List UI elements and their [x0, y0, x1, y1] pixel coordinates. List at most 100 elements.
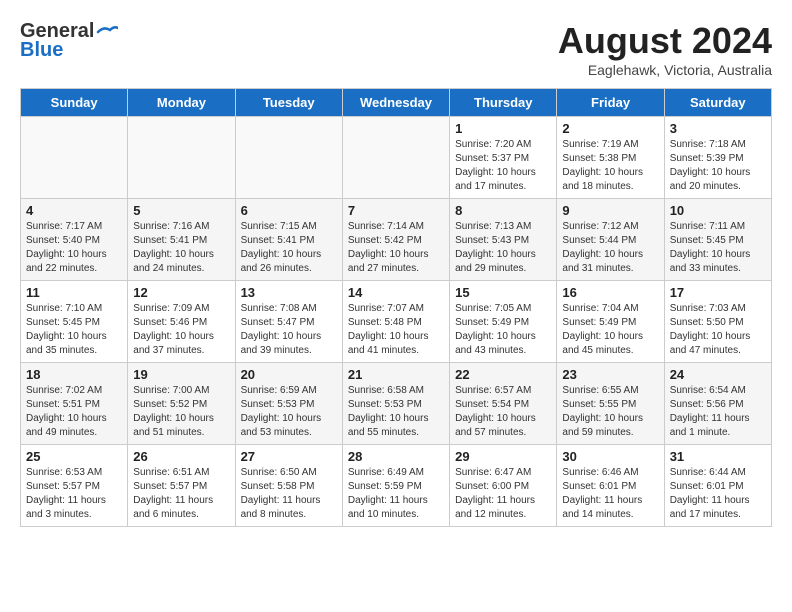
day-info: Sunrise: 7:09 AMSunset: 5:46 PMDaylight:… — [133, 302, 229, 358]
day-number: 31 — [670, 449, 766, 464]
day-cell: 8 Sunrise: 7:13 AMSunset: 5:43 PMDaylight… — [450, 199, 557, 281]
day-cell: 21 Sunrise: 6:58 AMSunset: 5:53 PMDayligh… — [342, 363, 449, 445]
logo-blue: Blue — [20, 39, 63, 62]
day-cell — [342, 117, 449, 199]
day-number: 18 — [26, 367, 122, 382]
day-info: Sunrise: 7:17 AMSunset: 5:40 PMDaylight:… — [26, 220, 122, 276]
day-cell: 22 Sunrise: 6:57 AMSunset: 5:54 PMDayligh… — [450, 363, 557, 445]
day-info: Sunrise: 6:50 AMSunset: 5:58 PMDaylight:… — [241, 466, 337, 522]
day-info: Sunrise: 7:19 AMSunset: 5:38 PMDaylight:… — [562, 138, 658, 194]
day-cell: 6 Sunrise: 7:15 AMSunset: 5:41 PMDaylight… — [235, 199, 342, 281]
day-info: Sunrise: 7:07 AMSunset: 5:48 PMDaylight:… — [348, 302, 444, 358]
day-number: 23 — [562, 367, 658, 382]
day-info: Sunrise: 7:05 AMSunset: 5:49 PMDaylight:… — [455, 302, 551, 358]
day-info: Sunrise: 7:13 AMSunset: 5:43 PMDaylight:… — [455, 220, 551, 276]
day-cell: 11 Sunrise: 7:10 AMSunset: 5:45 PMDayligh… — [21, 281, 128, 363]
day-number: 22 — [455, 367, 551, 382]
day-cell: 18Sunrise: 7:02 AMSunset: 5:51 PMDayligh… — [21, 363, 128, 445]
day-number: 11 — [26, 285, 122, 300]
day-info: Sunrise: 6:55 AMSunset: 5:55 PMDaylight:… — [562, 384, 658, 440]
week-row-3: 11 Sunrise: 7:10 AMSunset: 5:45 PMDayligh… — [21, 281, 772, 363]
day-cell — [128, 117, 235, 199]
day-number: 12 — [133, 285, 229, 300]
title-area: August 2024 Eaglehawk, Victoria, Austral… — [558, 20, 772, 78]
day-cell: 17 Sunrise: 7:03 AMSunset: 5:50 PMDayligh… — [664, 281, 771, 363]
day-number: 17 — [670, 285, 766, 300]
day-info: Sunrise: 7:04 AMSunset: 5:49 PMDaylight:… — [562, 302, 658, 358]
day-info: Sunrise: 7:08 AMSunset: 5:47 PMDaylight:… — [241, 302, 337, 358]
day-info: Sunrise: 7:10 AMSunset: 5:45 PMDaylight:… — [26, 302, 122, 358]
page-header: General Blue August 2024 Eaglehawk, Vict… — [20, 20, 772, 78]
day-cell: 30 Sunrise: 6:46 AMSunset: 6:01 PMDayligh… — [557, 445, 664, 527]
day-cell: 24 Sunrise: 6:54 AMSunset: 5:56 PMDayligh… — [664, 363, 771, 445]
day-cell: 26 Sunrise: 6:51 AMSunset: 5:57 PMDayligh… — [128, 445, 235, 527]
day-cell: 10Sunrise: 7:11 AMSunset: 5:45 PMDayligh… — [664, 199, 771, 281]
day-number: 16 — [562, 285, 658, 300]
day-number: 19 — [133, 367, 229, 382]
header-row: SundayMondayTuesdayWednesdayThursdayFrid… — [21, 89, 772, 117]
day-cell: 28 Sunrise: 6:49 AMSunset: 5:59 PMDayligh… — [342, 445, 449, 527]
day-number: 4 — [26, 203, 122, 218]
col-header-wednesday: Wednesday — [342, 89, 449, 117]
day-cell: 9Sunrise: 7:12 AMSunset: 5:44 PMDaylight… — [557, 199, 664, 281]
day-info: Sunrise: 7:15 AMSunset: 5:41 PMDaylight:… — [241, 220, 337, 276]
day-number: 2 — [562, 121, 658, 136]
week-row-5: 25 Sunrise: 6:53 AMSunset: 5:57 PMDayligh… — [21, 445, 772, 527]
day-info: Sunrise: 6:54 AMSunset: 5:56 PMDaylight:… — [670, 384, 766, 440]
day-cell: 5Sunrise: 7:16 AMSunset: 5:41 PMDaylight… — [128, 199, 235, 281]
day-number: 25 — [26, 449, 122, 464]
day-number: 27 — [241, 449, 337, 464]
day-cell: 19Sunrise: 7:00 AMSunset: 5:52 PMDayligh… — [128, 363, 235, 445]
calendar-table: SundayMondayTuesdayWednesdayThursdayFrid… — [20, 88, 772, 527]
day-info: Sunrise: 6:59 AMSunset: 5:53 PMDaylight:… — [241, 384, 337, 440]
col-header-sunday: Sunday — [21, 89, 128, 117]
day-info: Sunrise: 6:46 AMSunset: 6:01 PMDaylight:… — [562, 466, 658, 522]
day-info: Sunrise: 6:49 AMSunset: 5:59 PMDaylight:… — [348, 466, 444, 522]
day-number: 24 — [670, 367, 766, 382]
day-number: 6 — [241, 203, 337, 218]
day-info: Sunrise: 6:57 AMSunset: 5:54 PMDaylight:… — [455, 384, 551, 440]
day-cell: 27 Sunrise: 6:50 AMSunset: 5:58 PMDayligh… — [235, 445, 342, 527]
day-cell: 23 Sunrise: 6:55 AMSunset: 5:55 PMDayligh… — [557, 363, 664, 445]
day-cell: 13Sunrise: 7:08 AMSunset: 5:47 PMDayligh… — [235, 281, 342, 363]
day-number: 30 — [562, 449, 658, 464]
col-header-tuesday: Tuesday — [235, 89, 342, 117]
day-info: Sunrise: 7:03 AMSunset: 5:50 PMDaylight:… — [670, 302, 766, 358]
week-row-1: 1Sunrise: 7:20 AMSunset: 5:37 PMDaylight… — [21, 117, 772, 199]
day-info: Sunrise: 6:44 AMSunset: 6:01 PMDaylight:… — [670, 466, 766, 522]
day-number: 26 — [133, 449, 229, 464]
day-cell: 1Sunrise: 7:20 AMSunset: 5:37 PMDaylight… — [450, 117, 557, 199]
day-cell: 14 Sunrise: 7:07 AMSunset: 5:48 PMDayligh… — [342, 281, 449, 363]
logo-bird-icon — [96, 24, 118, 40]
day-cell: 25 Sunrise: 6:53 AMSunset: 5:57 PMDayligh… — [21, 445, 128, 527]
day-cell — [21, 117, 128, 199]
day-info: Sunrise: 6:47 AMSunset: 6:00 PMDaylight:… — [455, 466, 551, 522]
day-number: 5 — [133, 203, 229, 218]
col-header-friday: Friday — [557, 89, 664, 117]
day-info: Sunrise: 6:53 AMSunset: 5:57 PMDaylight:… — [26, 466, 122, 522]
day-number: 3 — [670, 121, 766, 136]
day-cell: 20Sunrise: 6:59 AMSunset: 5:53 PMDayligh… — [235, 363, 342, 445]
day-number: 15 — [455, 285, 551, 300]
day-number: 10 — [670, 203, 766, 218]
week-row-2: 4 Sunrise: 7:17 AMSunset: 5:40 PMDaylight… — [21, 199, 772, 281]
location: Eaglehawk, Victoria, Australia — [558, 62, 772, 78]
day-number: 29 — [455, 449, 551, 464]
day-number: 21 — [348, 367, 444, 382]
col-header-saturday: Saturday — [664, 89, 771, 117]
day-info: Sunrise: 6:51 AMSunset: 5:57 PMDaylight:… — [133, 466, 229, 522]
day-number: 8 — [455, 203, 551, 218]
logo: General Blue — [20, 20, 118, 62]
month-title: August 2024 — [558, 20, 772, 62]
day-number: 7 — [348, 203, 444, 218]
day-info: Sunrise: 7:18 AMSunset: 5:39 PMDaylight:… — [670, 138, 766, 194]
day-info: Sunrise: 7:20 AMSunset: 5:37 PMDaylight:… — [455, 138, 551, 194]
day-cell: 15 Sunrise: 7:05 AMSunset: 5:49 PMDayligh… — [450, 281, 557, 363]
day-number: 14 — [348, 285, 444, 300]
day-number: 28 — [348, 449, 444, 464]
day-cell: 4 Sunrise: 7:17 AMSunset: 5:40 PMDaylight… — [21, 199, 128, 281]
day-cell: 31 Sunrise: 6:44 AMSunset: 6:01 PMDayligh… — [664, 445, 771, 527]
day-cell: 12 Sunrise: 7:09 AMSunset: 5:46 PMDayligh… — [128, 281, 235, 363]
day-cell: 3 Sunrise: 7:18 AMSunset: 5:39 PMDaylight… — [664, 117, 771, 199]
day-info: Sunrise: 6:58 AMSunset: 5:53 PMDaylight:… — [348, 384, 444, 440]
